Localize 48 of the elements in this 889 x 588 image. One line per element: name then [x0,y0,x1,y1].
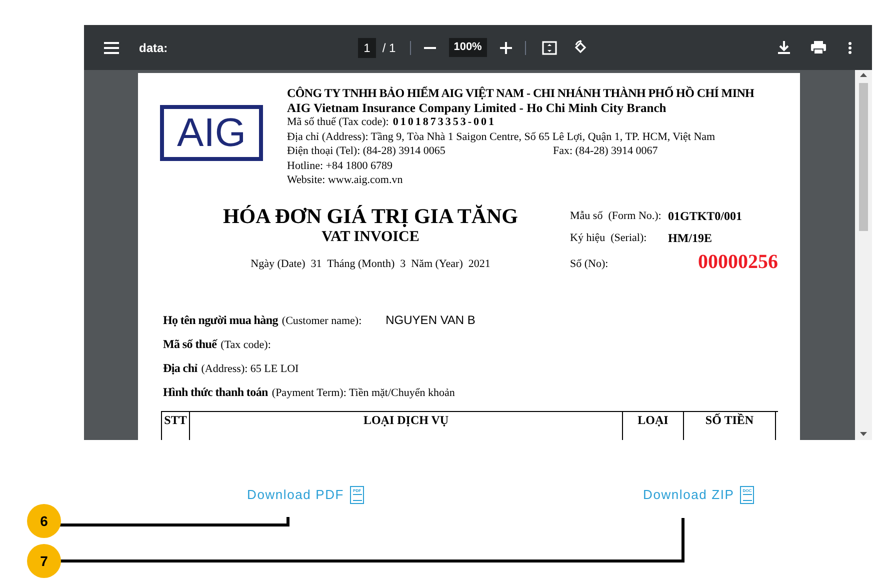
buyer-field-label: Hình thức thanh toán [163,384,268,400]
zoom-field[interactable]: 100% [448,38,487,57]
company-phone: Điện thoại (Tel): (84-28) 3914 0065 [287,144,446,158]
scroll-down-icon[interactable] [860,432,867,436]
customer-name-value: NGUYEN VAN B [386,312,476,328]
rotate-icon[interactable] [572,40,588,55]
buyer-field-label: Địa chỉ [163,360,198,376]
table-header: STT [164,412,187,428]
invoice-date: Ngày (Date) 31 Tháng (Month) 3 Năm (Year) 2021 [250,256,490,272]
buyer-field-hint: (Tax code): [220,338,271,352]
company-website: Website: www.aig.com.vn [287,173,404,188]
scroll-up-icon[interactable] [860,73,867,77]
download-icon[interactable] [778,41,790,54]
invoice-subtitle: VAT INVOICE [322,228,420,246]
buyer-field-label: Họ tên người mua hàng [163,312,278,328]
invoice-meta-label: Số (No): [570,257,610,272]
table-header: SỐ TIỀN [705,412,754,428]
buyer-field-hint: (Address): 65 LE LOI [201,362,299,376]
page-total: / 1 [382,40,396,56]
invoice-title: HÓA ĐƠN GIÁ TRỊ GIA TĂNG [222,204,518,228]
tax-code: 0101873353-001 [392,115,496,130]
buyer-field-hint: (Payment Term): Tiền mặt/Chuyển khoản [272,386,455,400]
company-address: Địa chỉ (Address): Tầng 9, Tòa Nhà 1 Saigon Centre, Số 65 Lê Lợi, Quận 1, TP. HCM, Việt Nam [287,130,716,144]
company-fax: Fax: (84-28) 3914 0067 [553,144,658,158]
aig-logo: AIG [160,105,263,161]
scrollbar-thumb[interactable] [859,83,868,231]
more-icon[interactable] [848,42,852,54]
buyer-field-label: Mã số thuế [163,336,217,352]
zoom-in-icon[interactable] [500,42,512,54]
invoice-meta-value: 01GTKT0/001 [668,208,742,224]
page-number-field[interactable]: 1 [358,38,376,58]
table-header: LOẠI DỊCH VỤ [363,412,449,428]
callout-marker: 6 [27,504,61,538]
document-title: data: [139,40,168,56]
invoice-meta-label: Ký hiệu (Serial): [570,231,648,246]
company-name: CÔNG TY TNHH BẢO HIỂM AIG VIỆT NAM - CHI NHÁNH THÀNH PHỐ HỒ CHÍ MINH [287,86,754,100]
callout-marker: 7 [27,544,61,578]
company-name-english: AIG Vietnam Insurance Company Limited - Ho Chi Minh City Branch [287,100,668,115]
fit-page-icon[interactable] [542,40,557,54]
buyer-field-hint: (Customer name): [282,314,362,328]
menu-icon[interactable] [104,42,119,54]
invoice-meta-value: 00000256 [698,250,778,272]
invoice-meta-label: Mẫu số (Form No.): [570,209,662,224]
print-icon[interactable] [811,41,826,54]
invoice-meta-value: HM/19E [668,230,712,246]
tax-code-label: Mã số thuế (Tax code): [287,115,389,130]
company-hotline: Hotline: +84 1800 6789 [287,158,394,173]
table-header: LOẠI [638,412,668,428]
